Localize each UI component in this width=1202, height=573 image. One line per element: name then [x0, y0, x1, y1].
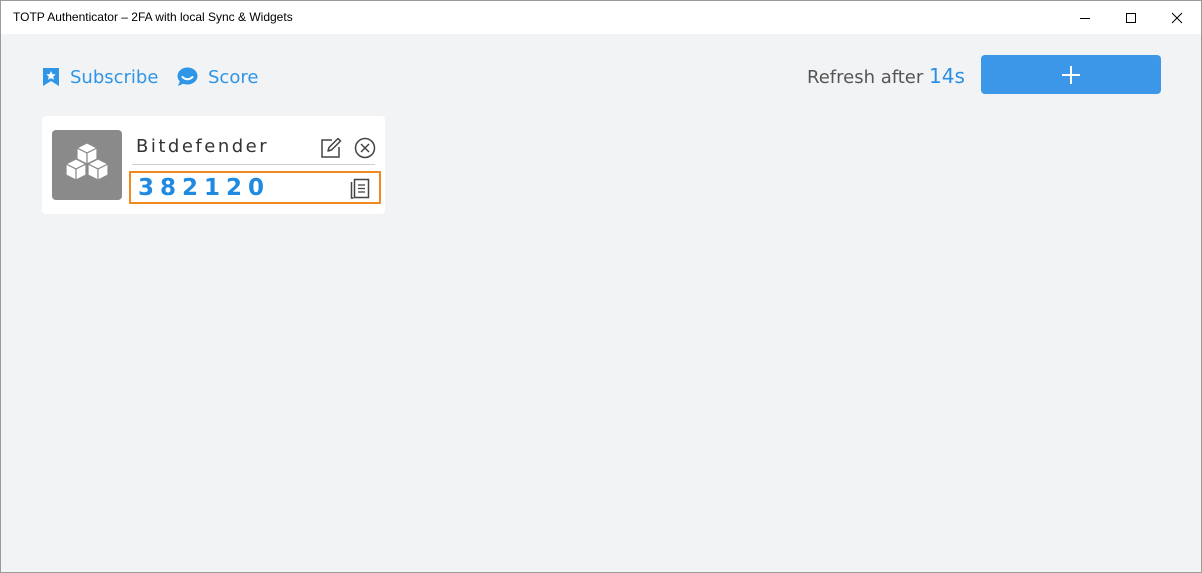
close-circle-icon [354, 137, 376, 159]
maximize-button[interactable] [1108, 1, 1154, 34]
maximize-icon [1126, 12, 1136, 23]
minimize-button[interactable] [1062, 1, 1108, 34]
close-window-button[interactable] [1154, 1, 1200, 34]
refresh-countdown: Refresh after 14s [807, 64, 965, 88]
otp-code: 382120 [138, 175, 271, 201]
otp-code-box[interactable]: 382120 [129, 171, 381, 204]
plus-icon [1062, 65, 1080, 84]
cubes-icon [65, 142, 109, 181]
subscribe-link[interactable]: Subscribe [42, 65, 158, 89]
close-icon [1171, 12, 1183, 23]
title-bar: TOTP Authenticator – 2FA with local Sync… [1, 1, 1201, 34]
add-account-button[interactable] [981, 55, 1161, 94]
delete-account-button[interactable] [353, 136, 377, 160]
edit-icon [321, 137, 342, 158]
refresh-label: Refresh after [807, 67, 924, 88]
bookmark-star-icon [42, 67, 60, 87]
account-card: Bitdefender 382120 [42, 116, 385, 214]
score-label: Score [208, 66, 259, 88]
account-name: Bitdefender [136, 136, 270, 157]
account-logo [52, 130, 122, 200]
card-divider [132, 164, 375, 165]
copy-icon [350, 178, 370, 199]
window-title: TOTP Authenticator – 2FA with local Sync… [13, 10, 293, 24]
minimize-icon [1080, 17, 1090, 19]
app-window: TOTP Authenticator – 2FA with local Sync… [0, 0, 1202, 573]
subscribe-label: Subscribe [70, 66, 159, 88]
edit-account-button[interactable] [319, 136, 343, 160]
refresh-seconds: 14s [929, 64, 965, 88]
copy-code-button[interactable] [349, 177, 371, 199]
chat-bubble-icon [177, 67, 198, 87]
score-link[interactable]: Score [177, 65, 258, 89]
